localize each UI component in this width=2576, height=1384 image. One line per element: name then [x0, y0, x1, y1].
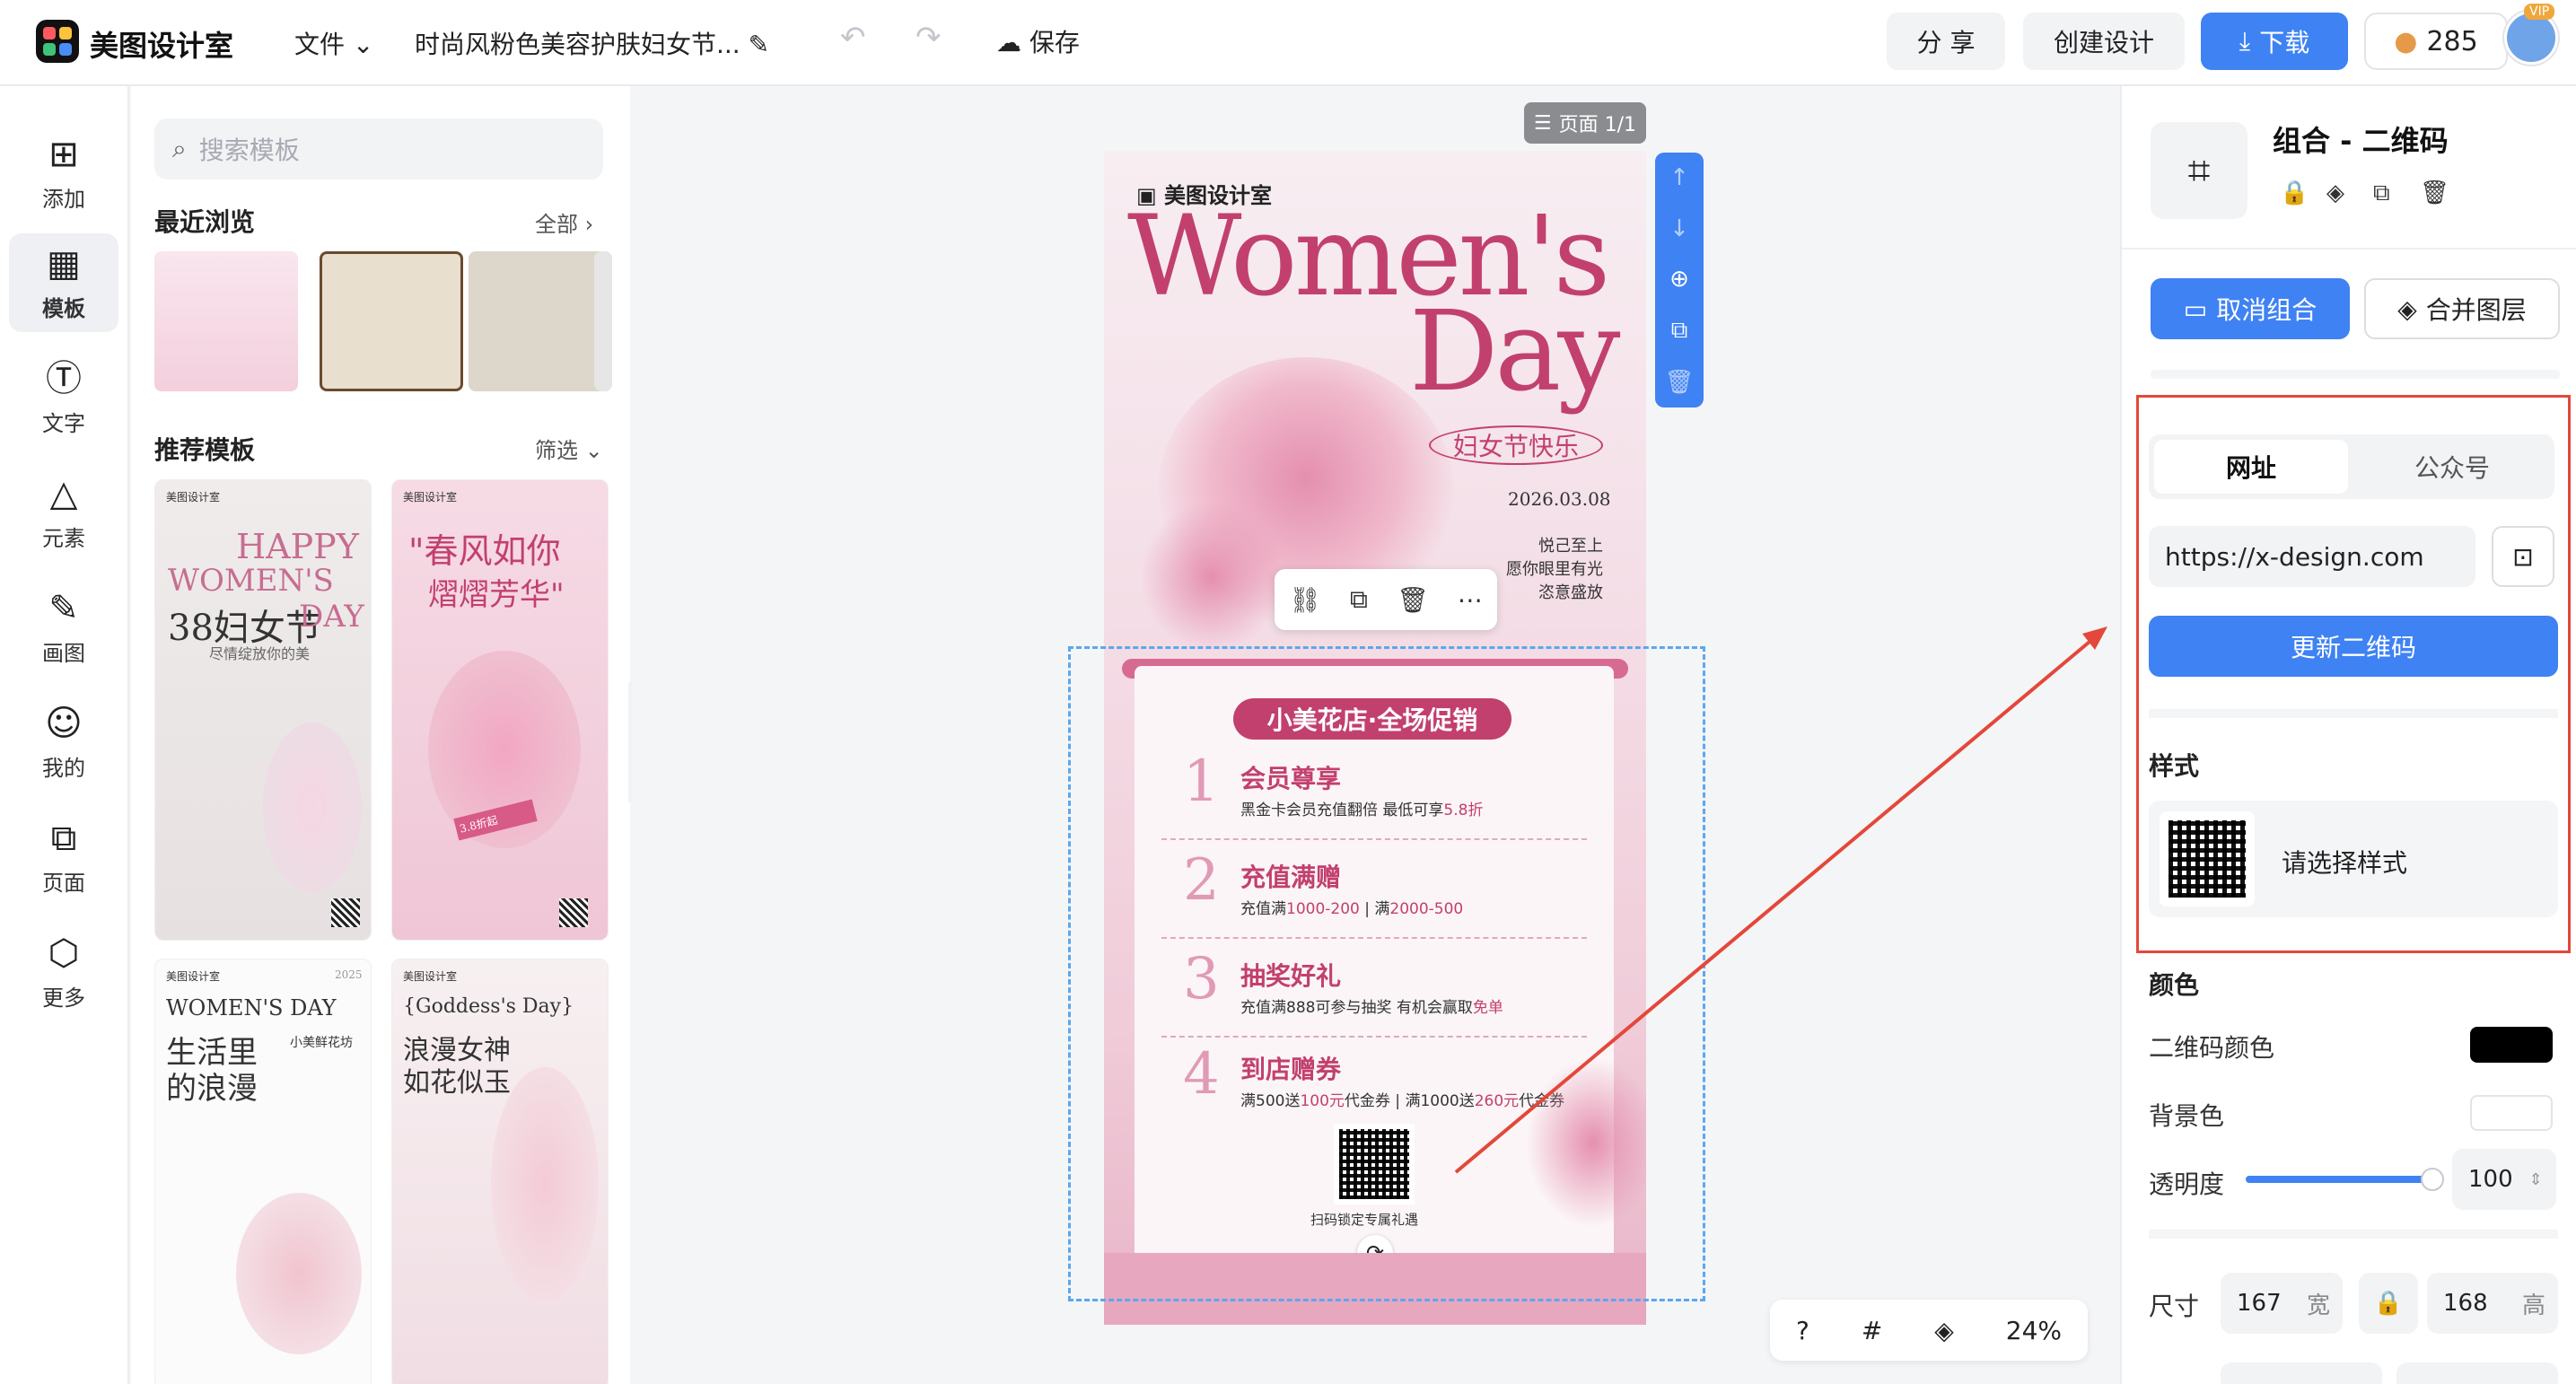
annotation-arrow — [1454, 626, 2107, 1174]
app-root: 美图设计室 文件 ⌄ 时尚风粉色美容护肤妇女节... ✎ ↶ ↷ ☁ 保存 分 … — [0, 0, 2576, 1384]
annotation-arrow-line — [1454, 635, 2097, 1174]
